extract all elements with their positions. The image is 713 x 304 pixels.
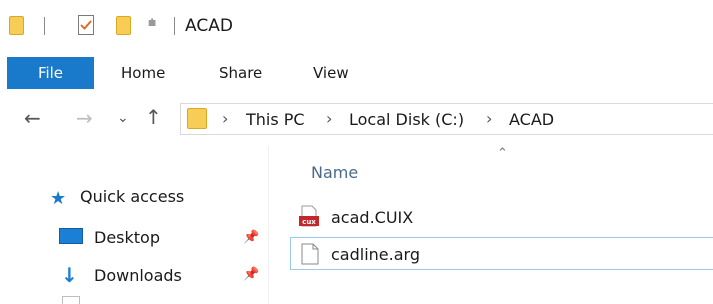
- back-arrow-icon[interactable]: ←: [24, 108, 41, 128]
- pin-icon[interactable]: 📌: [243, 267, 259, 282]
- forward-arrow-icon[interactable]: →: [76, 108, 93, 128]
- breadcrumb-separator-icon[interactable]: ›: [222, 109, 228, 128]
- recent-locations-chevron-icon[interactable]: ⌄: [117, 111, 129, 125]
- breadcrumb-acad[interactable]: ACAD: [509, 110, 554, 129]
- address-folder-icon: [187, 108, 207, 129]
- quick-access-folder-icon[interactable]: [9, 16, 24, 35]
- tab-share[interactable]: Share: [219, 57, 262, 89]
- customize-toolbar-chevron-icon[interactable]: ⩧: [148, 15, 156, 31]
- nav-quick-access[interactable]: Quick access: [80, 187, 184, 206]
- toolbar-separator: [174, 17, 175, 35]
- window-title: ACAD: [185, 16, 233, 36]
- partial-nav-icon: [62, 296, 80, 304]
- pin-icon[interactable]: 📌: [243, 230, 259, 245]
- file-name[interactable]: cadline.arg: [331, 245, 420, 264]
- new-folder-icon[interactable]: [116, 16, 131, 35]
- column-header-name[interactable]: Name: [311, 163, 358, 182]
- breadcrumb-this-pc[interactable]: This PC: [246, 110, 305, 129]
- breadcrumb-separator-icon[interactable]: ›: [326, 109, 332, 128]
- desktop-icon: [59, 228, 83, 244]
- downloads-arrow-icon: ↓: [61, 263, 78, 287]
- generic-file-icon: [301, 243, 319, 265]
- tab-view[interactable]: View: [313, 57, 349, 89]
- tab-file[interactable]: File: [7, 57, 94, 89]
- tab-home[interactable]: Home: [121, 57, 165, 89]
- nav-downloads[interactable]: Downloads: [94, 266, 182, 285]
- quick-access-star-icon: ★: [50, 188, 67, 209]
- pane-divider[interactable]: [268, 146, 269, 304]
- svg-text:cux: cux: [302, 218, 316, 226]
- sort-ascending-icon[interactable]: ⌃: [497, 146, 508, 161]
- file-name[interactable]: acad.CUIX: [331, 208, 413, 227]
- nav-desktop[interactable]: Desktop: [94, 228, 160, 247]
- up-arrow-icon[interactable]: ↑: [145, 107, 162, 127]
- toolbar-separator: [44, 17, 45, 35]
- breadcrumb-local-disk[interactable]: Local Disk (C:): [349, 110, 464, 129]
- cuix-file-icon: cux: [298, 205, 320, 227]
- breadcrumb-separator-icon[interactable]: ›: [486, 109, 492, 128]
- properties-check-icon[interactable]: [78, 15, 94, 35]
